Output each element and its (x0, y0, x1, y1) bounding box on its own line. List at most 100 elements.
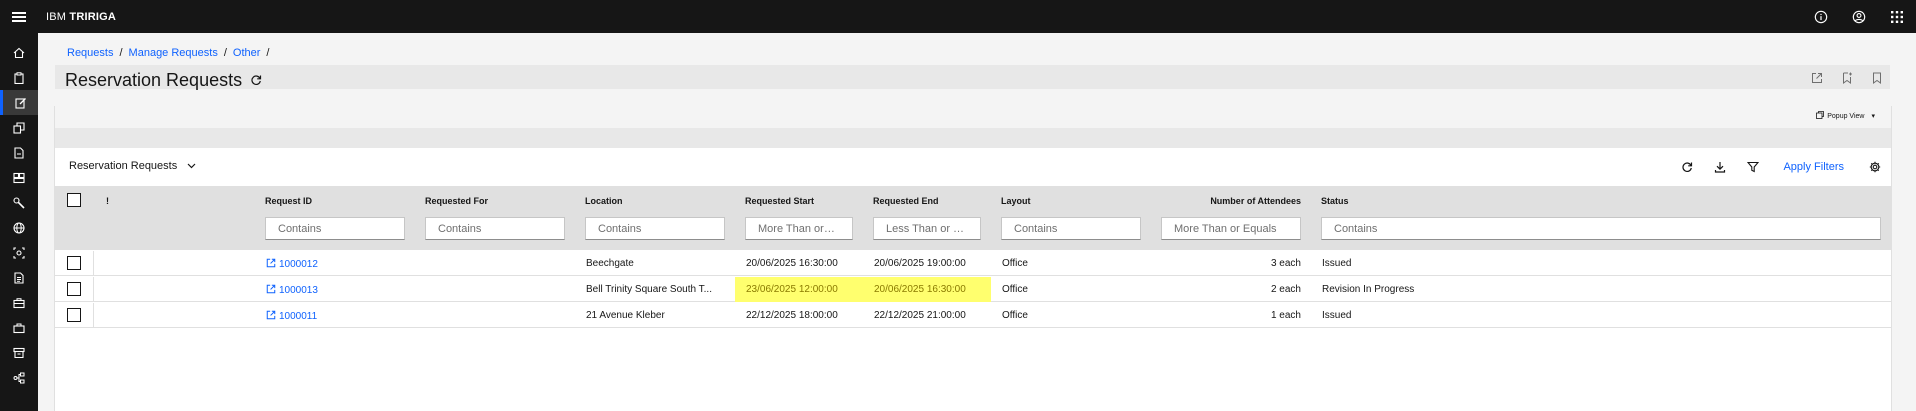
app-switcher-icon[interactable] (1878, 0, 1916, 33)
requested-end-cell: 20/06/2025 19:00:00 (874, 258, 966, 269)
request-id-link[interactable]: 1000013 (266, 284, 318, 297)
refresh-icon[interactable] (250, 70, 262, 91)
requested-for-filter-input[interactable]: Contains (425, 217, 565, 240)
location-filter-input[interactable]: Contains (585, 217, 725, 240)
requested-start-cell: 20/06/2025 16:30:00 (746, 258, 838, 269)
breadcrumb-separator: / (119, 47, 123, 59)
location-cell: Beechgate (586, 258, 634, 269)
copy-icon[interactable] (0, 115, 38, 140)
refresh-icon[interactable] (1670, 148, 1703, 186)
breadcrumb-link-manage-requests[interactable]: Manage Requests (129, 47, 218, 59)
user-avatar-icon[interactable] (1840, 0, 1878, 33)
wrench-icon[interactable] (0, 190, 38, 215)
request-id-filter-input[interactable]: Contains (265, 217, 405, 240)
status-filter-input[interactable]: Contains (1321, 217, 1881, 240)
breadcrumb-link-requests[interactable]: Requests (67, 47, 113, 59)
page-title-group: Reservation Requests (65, 70, 262, 91)
breadcrumb-link-other[interactable]: Other (233, 47, 261, 59)
status-cell: Revision In Progress (1322, 284, 1415, 295)
table-row[interactable]: 1000011 21 Avenue Kleber 22/12/2025 18:0… (55, 303, 1891, 328)
caret-down-icon: ▾ (1871, 113, 1875, 120)
flow-icon[interactable] (0, 365, 38, 390)
row-checkbox[interactable] (67, 282, 81, 296)
location-icon[interactable] (0, 240, 38, 265)
layout-cell: Office (1002, 284, 1028, 295)
requested-end-filter-input[interactable]: Less Than or … (873, 217, 981, 240)
top-bar: IBM TRIRIGA (0, 0, 1916, 33)
attendees-cell: 2 each (1270, 284, 1301, 295)
bookmark-icon[interactable] (1871, 71, 1883, 89)
row-divider (93, 303, 94, 328)
launch-icon (266, 258, 276, 271)
column-header-requested-for[interactable]: Requested For (425, 196, 488, 206)
column-header-flag[interactable]: ! (106, 196, 109, 206)
breadcrumb: Requests / Manage Requests / Other / (67, 47, 269, 59)
page-title: Reservation Requests (65, 70, 243, 90)
portfolio-icon[interactable] (0, 315, 38, 340)
globe-icon[interactable] (0, 215, 38, 240)
table-header: ! Request ID Requested For Location Requ… (55, 186, 1891, 250)
row-checkbox[interactable] (67, 256, 81, 270)
settings-icon[interactable] (1858, 148, 1891, 186)
briefcase-icon[interactable] (0, 290, 38, 315)
home-icon[interactable] (0, 40, 38, 65)
filter-icon[interactable] (1736, 148, 1769, 186)
apply-filters-button[interactable]: Apply Filters (1769, 148, 1858, 186)
document-icon[interactable] (0, 140, 38, 165)
report-selector-label: Reservation Requests (69, 160, 178, 172)
report-toolbar: Reservation Requests Apply Filters (55, 148, 1891, 186)
layout-cell: Office (1002, 310, 1028, 321)
launch-icon (266, 310, 276, 323)
report-selector[interactable]: Reservation Requests (69, 160, 196, 172)
panel-header-strip: Popup View ▾ (55, 106, 1891, 128)
requested-start-cell: 23/06/2025 12:00:00 (746, 284, 838, 295)
status-cell: Issued (1322, 310, 1352, 321)
report-icon[interactable] (0, 265, 38, 290)
download-icon[interactable] (1703, 148, 1736, 186)
request-id-text: 1000013 (279, 285, 318, 296)
menu-icon[interactable] (0, 0, 38, 33)
requested-start-filter-input[interactable]: More Than or… (745, 217, 853, 240)
breadcrumb-separator: / (223, 47, 227, 59)
column-header-layout[interactable]: Layout (1001, 196, 1031, 206)
side-nav-rail (0, 33, 38, 411)
request-id-link[interactable]: 1000012 (266, 258, 318, 271)
brand-name: TRIRIGA (69, 10, 117, 23)
select-all-checkbox[interactable] (67, 193, 81, 207)
column-header-requested-end[interactable]: Requested End (873, 196, 939, 206)
request-id-text: 1000012 (279, 259, 318, 270)
column-header-status[interactable]: Status (1321, 196, 1349, 206)
attendees-cell: 1 each (1270, 310, 1301, 321)
requested-start-cell: 22/12/2025 18:00:00 (746, 310, 838, 321)
column-header-attendees[interactable]: Number of Attendees (1201, 196, 1301, 206)
archive-icon[interactable] (0, 340, 38, 365)
popup-view-button[interactable]: Popup View ▾ (1816, 111, 1875, 121)
launch-icon[interactable] (1811, 71, 1823, 89)
column-header-location[interactable]: Location (585, 196, 623, 206)
popup-view-label: Popup View (1827, 112, 1865, 120)
edit-icon[interactable] (0, 90, 38, 115)
table-row[interactable]: 1000012 Beechgate 20/06/2025 16:30:00 20… (55, 251, 1891, 276)
location-cell: Bell Trinity Square South T... (586, 284, 712, 295)
column-header-requested-start[interactable]: Requested Start (745, 196, 814, 206)
dashboard-icon[interactable] (0, 165, 38, 190)
column-header-request-id[interactable]: Request ID (265, 196, 312, 206)
brand-logo[interactable]: IBM TRIRIGA (46, 11, 116, 23)
info-icon[interactable] (1802, 0, 1840, 33)
status-cell: Issued (1322, 258, 1352, 269)
layout-filter-input[interactable]: Contains (1001, 217, 1141, 240)
layout-cell: Office (1002, 258, 1028, 269)
clipboard-icon[interactable] (0, 65, 38, 90)
chevron-down-icon (187, 160, 196, 172)
request-id-link[interactable]: 1000011 (266, 310, 317, 323)
popup-icon (1816, 111, 1825, 121)
row-divider (93, 277, 94, 302)
table-row[interactable]: 1000013 Bell Trinity Square South T... 2… (55, 277, 1891, 302)
panel-subheader-strip (55, 128, 1891, 148)
location-cell: 21 Avenue Kleber (586, 310, 665, 321)
bookmark-add-icon[interactable] (1841, 71, 1853, 89)
brand-prefix: IBM (46, 10, 67, 23)
attendees-filter-input[interactable]: More Than or Equals (1161, 217, 1301, 240)
requested-end-cell: 20/06/2025 16:30:00 (874, 284, 966, 295)
row-checkbox[interactable] (67, 308, 81, 322)
